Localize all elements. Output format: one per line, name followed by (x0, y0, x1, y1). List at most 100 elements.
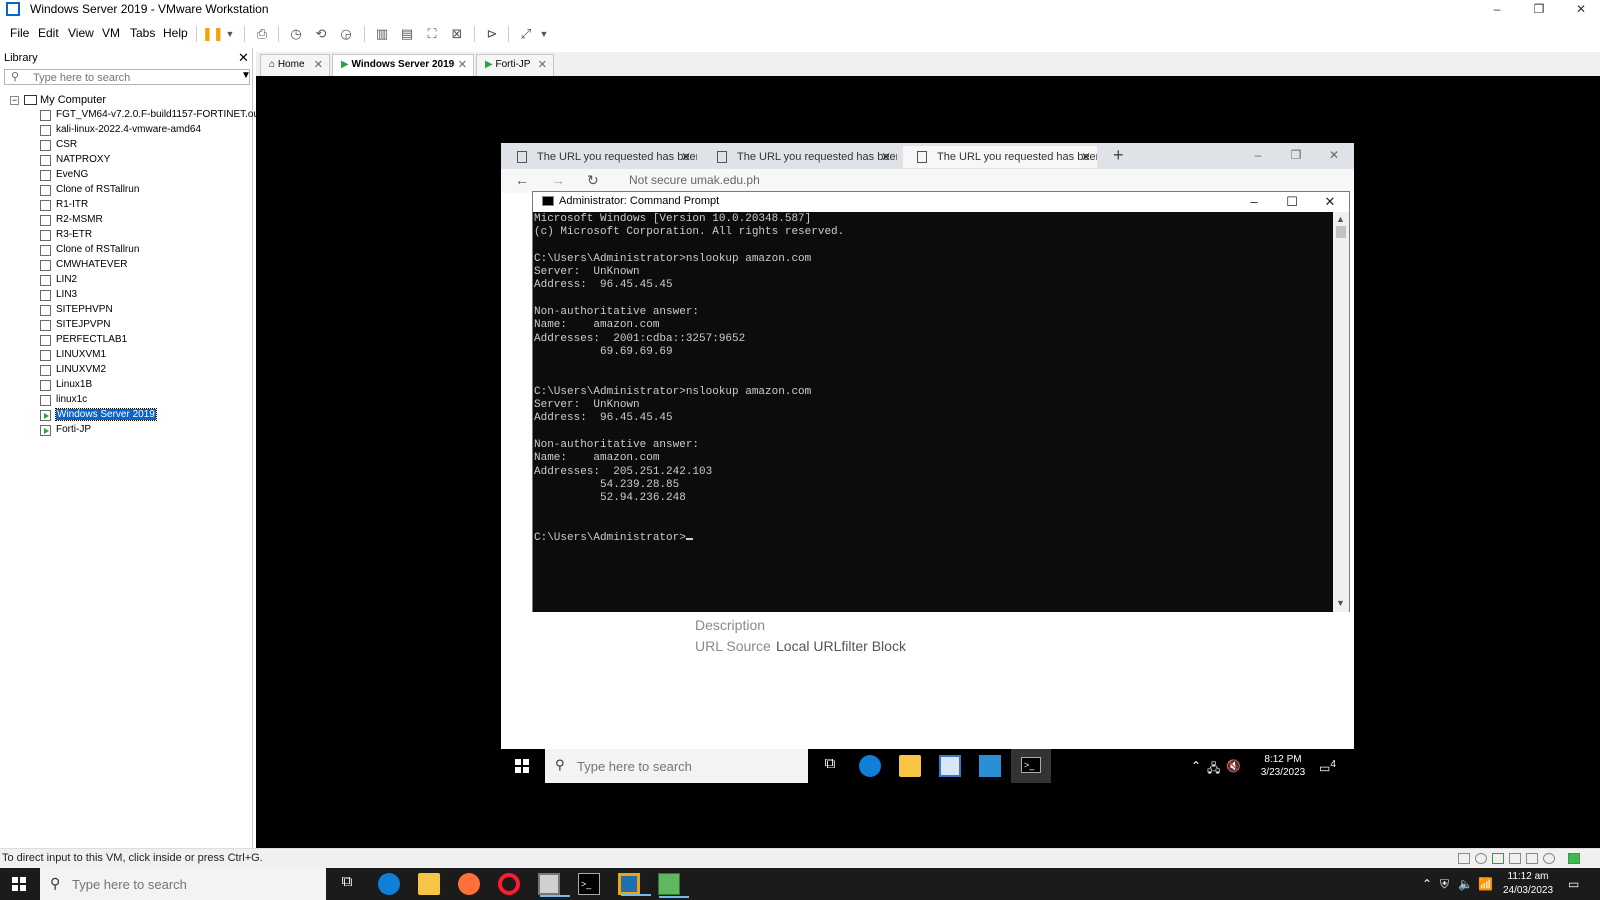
menu-view[interactable]: View (68, 26, 94, 40)
tab-forti-jp[interactable]: ▶ Forti-JP ✕ (476, 54, 554, 76)
cmd-maximize-button[interactable]: ☐ (1273, 192, 1311, 212)
close-tab-icon[interactable]: ✕ (458, 55, 467, 75)
network-icon[interactable]: 🖧 (1207, 759, 1220, 780)
cmd-vertical-scrollbar[interactable]: ▲ ▼ (1333, 212, 1349, 612)
printer-icon[interactable] (1509, 853, 1521, 864)
host-start-button[interactable] (12, 877, 26, 891)
browser-restore-button[interactable]: ❐ (1278, 145, 1314, 165)
file-explorer-icon[interactable] (418, 873, 440, 895)
stretch-dropdown-icon[interactable]: ▼ (534, 25, 554, 43)
vm-list-item[interactable]: EveNG (40, 168, 252, 183)
wireshark-icon[interactable] (538, 873, 570, 897)
vm-list-item[interactable]: Clone of RSTallrun (40, 183, 252, 198)
terminal-output[interactable]: Microsoft Windows [Version 10.0.20348.58… (533, 212, 1333, 612)
vm-list-item[interactable]: Forti-JP (40, 423, 252, 438)
thumbnail-bar-icon[interactable]: ▤ (397, 25, 417, 43)
vm-list-item[interactable]: Linux1B (40, 378, 252, 393)
browser-tab-active[interactable]: The URL you requested has been ✕ (903, 146, 1097, 168)
command-prompt-window[interactable]: Administrator: Command Prompt – ☐ ✕ Micr… (532, 191, 1350, 612)
console-view-icon[interactable]: ⊳ (482, 25, 502, 43)
back-icon[interactable]: ← (515, 172, 529, 188)
vmware-workstation-icon[interactable] (618, 873, 651, 896)
scroll-down-icon[interactable]: ▼ (1336, 598, 1345, 608)
close-library-icon[interactable]: ✕ (238, 50, 249, 66)
guest-search-input[interactable] (577, 757, 797, 775)
restore-button[interactable]: ❐ (1520, 0, 1558, 20)
notifications-icon[interactable]: ▭4 (1319, 759, 1336, 775)
wifi-icon[interactable]: 📶 (1478, 877, 1493, 891)
tray-expand-icon[interactable]: ⌃ (1422, 877, 1432, 891)
close-tab-icon[interactable]: ✕ (1081, 146, 1091, 168)
search-dropdown-icon[interactable]: ▼ (241, 70, 251, 81)
terminal-icon[interactable]: >_ (578, 873, 600, 895)
vm-list-item[interactable]: R1-ITR (40, 198, 252, 213)
menu-tabs[interactable]: Tabs (130, 26, 155, 40)
tab-home[interactable]: ⌂ Home ✕ (260, 54, 330, 76)
forward-icon[interactable]: → (551, 172, 565, 188)
vm-list-item[interactable]: R3-ETR (40, 228, 252, 243)
menu-help[interactable]: Help (163, 26, 188, 40)
tab-windows-server-2019[interactable]: ▶ Windows Server 2019 ✕ (332, 54, 474, 76)
server-manager-icon[interactable] (939, 755, 961, 777)
task-view-icon[interactable]: ⧉ (819, 755, 841, 777)
vm-list-item[interactable]: Clone of RSTallrun (40, 243, 252, 258)
opera-icon[interactable] (498, 873, 520, 895)
edge-icon[interactable] (378, 873, 400, 895)
collapse-icon[interactable]: − (10, 96, 19, 105)
vm-list-item[interactable]: LIN2 (40, 273, 252, 288)
library-search-input[interactable] (33, 71, 233, 84)
full-screen-icon[interactable]: ⛶ (422, 25, 442, 43)
stretch-guest-icon[interactable]: ⤢ (516, 25, 536, 43)
show-library-icon[interactable]: ▥ (372, 25, 392, 43)
scrollbar-thumb[interactable] (1336, 226, 1346, 238)
snapshot-manager-icon[interactable]: ◶ (336, 25, 356, 43)
file-explorer-icon[interactable] (899, 755, 921, 777)
close-tab-icon[interactable]: ✕ (681, 146, 691, 168)
close-tab-icon[interactable]: ✕ (538, 55, 547, 75)
vm-list-item[interactable]: NATPROXY (40, 153, 252, 168)
close-tab-icon[interactable]: ✕ (881, 146, 891, 168)
vm-list-item[interactable]: LINUXVM1 (40, 348, 252, 363)
vm-list-item[interactable]: R2-MSMR (40, 213, 252, 228)
cmd-minimize-button[interactable]: – (1235, 192, 1273, 212)
vm-list-item[interactable]: FGT_VM64-v7.2.0.F-build1157-FORTINET.out (40, 108, 262, 123)
sound-card-icon[interactable] (1526, 853, 1538, 864)
browser-tab[interactable]: The URL you requested has been ✕ (503, 146, 697, 168)
notepad-plus-plus-icon[interactable] (658, 873, 689, 898)
unity-icon[interactable]: ⊠ (447, 25, 467, 43)
volume-muted-icon[interactable]: 🔇 (1226, 759, 1241, 773)
browser-minimize-button[interactable]: – (1240, 145, 1276, 165)
notifications-icon[interactable]: ▭ (1568, 877, 1579, 891)
cd-dvd-icon[interactable] (1475, 853, 1487, 864)
browser-close-button[interactable]: ✕ (1316, 145, 1352, 165)
task-view-icon[interactable]: ⧉ (336, 873, 358, 895)
suspend-icon[interactable]: ❚❚ (202, 25, 224, 43)
vm-list-item[interactable]: LINUXVM2 (40, 363, 252, 378)
volume-icon[interactable]: 🔈 (1458, 877, 1473, 891)
vm-list-item[interactable]: linux1c (40, 393, 252, 408)
vm-list-item[interactable]: SITEJPVPN (40, 318, 252, 333)
message-log-icon[interactable] (1568, 853, 1580, 864)
remote-desktop-icon[interactable] (979, 755, 1001, 777)
firefox-icon[interactable] (458, 873, 480, 895)
send-ctrl-alt-del-icon[interactable]: ⎙ (252, 25, 272, 43)
guest-start-button[interactable] (515, 759, 529, 773)
browser-tab[interactable]: The URL you requested has been ✕ (703, 146, 897, 168)
guest-clock[interactable]: 8:12 PM 3/23/2023 (1259, 753, 1307, 779)
vm-list-item[interactable]: CSR (40, 138, 252, 153)
network-adapter-icon[interactable] (1492, 853, 1504, 864)
security-icon[interactable]: ⛨ (1440, 877, 1449, 892)
vm-list-item[interactable]: Windows Server 2019 (40, 408, 252, 423)
cmd-taskbar-button[interactable]: >_ (1011, 749, 1051, 783)
address-text[interactable]: Not secure umak.edu.ph (629, 173, 760, 187)
usb-icon[interactable] (1543, 853, 1555, 864)
power-dropdown-icon[interactable]: ▼ (220, 25, 240, 43)
host-search-input[interactable] (72, 875, 312, 893)
vm-list-item[interactable]: CMWHATEVER (40, 258, 252, 273)
revert-snapshot-icon[interactable]: ⟲ (311, 25, 331, 43)
tray-expand-icon[interactable]: ⌃ (1191, 759, 1201, 773)
vm-list-item[interactable]: kali-linux-2022.4-vmware-amd64 (40, 123, 252, 138)
menu-edit[interactable]: Edit (38, 26, 59, 40)
refresh-icon[interactable]: ↻ (587, 172, 599, 189)
menu-vm[interactable]: VM (102, 26, 120, 40)
